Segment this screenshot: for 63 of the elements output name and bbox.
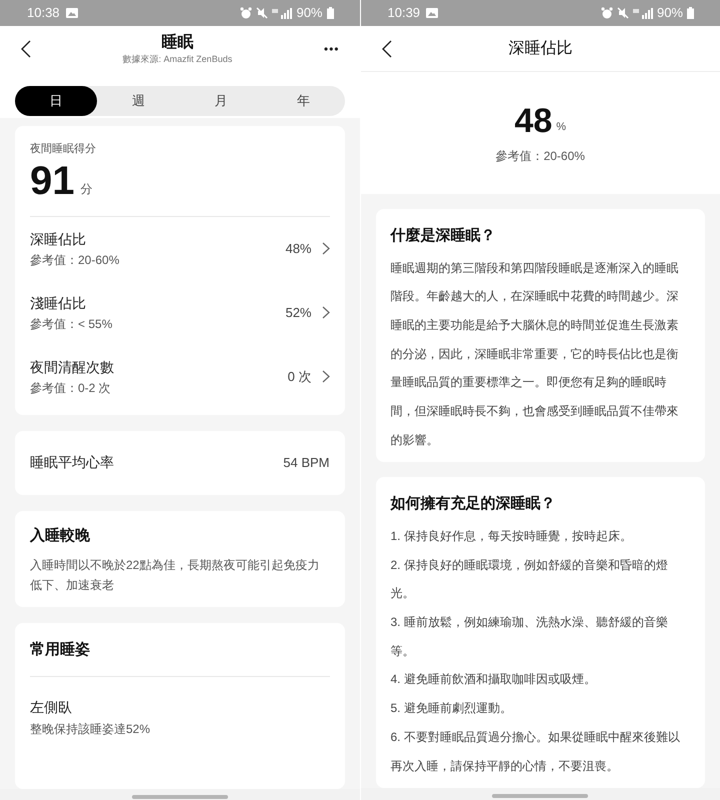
metric-value: 0 次 bbox=[288, 368, 312, 386]
period-tab[interactable]: 日 bbox=[15, 86, 98, 116]
summary-unit: % bbox=[556, 120, 566, 134]
page-title: 睡眠 bbox=[161, 33, 194, 53]
metric-name: 深睡佔比 bbox=[30, 230, 87, 248]
period-tab[interactable]: 週 bbox=[97, 86, 180, 116]
section-title: 什麼是深睡眠？ bbox=[390, 226, 496, 246]
posture-title: 常用睡姿 bbox=[30, 639, 330, 676]
period-tab[interactable]: 年 bbox=[262, 86, 344, 116]
image-icon bbox=[66, 8, 78, 18]
metric-row[interactable]: 夜間清醒次數 參考值：0-2 次 0 次 bbox=[30, 344, 330, 408]
page-title: 深睡佔比 bbox=[508, 38, 572, 58]
posture-detail: 整晚保持該睡姿達52% bbox=[30, 720, 152, 738]
battery-icon bbox=[687, 7, 694, 19]
time: 10:38 bbox=[27, 4, 60, 22]
signal-icon bbox=[632, 8, 653, 18]
section-paragraph: 1. 保持良好作息，每天按時睡覺，按時起床。 bbox=[390, 528, 633, 545]
chevron-icon bbox=[322, 242, 330, 255]
section-title: 如何擁有充足的深睡眠？ bbox=[390, 494, 556, 514]
battery-icon bbox=[326, 7, 334, 19]
heart-rate-value: 54 BPM bbox=[283, 454, 330, 472]
alarm-icon bbox=[600, 7, 613, 19]
metric-value: 48% bbox=[285, 240, 312, 258]
image-icon bbox=[426, 8, 438, 18]
chevron-icon bbox=[322, 370, 330, 383]
section-paragraph: 5. 避免睡前劇烈運動。 bbox=[390, 700, 513, 718]
metric-value: 52% bbox=[285, 304, 312, 322]
metric-name: 夜間清醒次數 bbox=[30, 358, 114, 376]
score-unit: 分 bbox=[80, 180, 92, 198]
back-icon[interactable] bbox=[380, 40, 392, 58]
battery-level: 90% bbox=[296, 4, 322, 22]
time: 10:39 bbox=[388, 4, 420, 22]
score-value: 91 bbox=[30, 158, 74, 204]
metric-reference: 參考值：< 55% bbox=[30, 316, 112, 332]
section-paragraph: 6. 不要對睡眠品質過分擔心。如果從睡眠中醒來後難以再次入睡，請保持平靜的心情，不要沮喪。 bbox=[390, 728, 681, 775]
battery-level: 90% bbox=[656, 4, 683, 22]
more-button[interactable]: ••• bbox=[324, 40, 340, 58]
section-paragraph: 睡眠週期的第三階段和第四階段睡眠是逐漸深入的睡眠階段。年齡越大的人，在深睡眠中花費的時間越少。深睡眠的主要功能是給予大腦休息的時間並促進生長激素的分泌，因此，深睡眠非常重要，它的時長佔比也是衡量睡眠品質的重要標準之一。即便您有足夠的睡眠時間，但深睡眠時長不夠，也會感受到睡眠品質不佳帶來的影響。 bbox=[390, 260, 680, 449]
signal-icon bbox=[272, 8, 292, 18]
section-paragraph: 3. 睡前放鬆，例如練瑜珈、洗熱水澡、聽舒緩的音樂等。 bbox=[390, 614, 669, 660]
section-paragraph: 2. 保持良好的睡眠環境，例如舒緩的音樂和昏暗的燈光。 bbox=[390, 556, 669, 602]
heart-rate-label: 睡眠平均心率 bbox=[30, 453, 114, 472]
tip-text: 入睡時間以不晚於22點為佳，長期熬夜可能引起免疫力低下、加速衰老 bbox=[30, 557, 320, 594]
metric-row[interactable]: 淺睡佔比 參考值：< 55% 52% bbox=[30, 280, 330, 344]
mute-icon bbox=[616, 7, 629, 19]
summary-reference: 參考值：20-60% bbox=[496, 148, 585, 165]
posture-name: 左側臥 bbox=[30, 698, 73, 716]
data-source: 數據來源: Amazfit ZenBuds bbox=[122, 53, 232, 65]
home-handle[interactable] bbox=[492, 794, 588, 798]
period-tab[interactable]: 月 bbox=[180, 86, 262, 116]
metric-row[interactable]: 深睡佔比 參考值：20-60% 48% bbox=[30, 216, 330, 280]
tip-title: 入睡較晚 bbox=[30, 526, 91, 546]
score-label: 夜間睡眠得分 bbox=[30, 142, 97, 157]
home-handle[interactable] bbox=[132, 795, 228, 799]
chevron-icon bbox=[322, 306, 330, 319]
section-paragraph: 4. 避免睡前飲酒和攝取咖啡因或吸煙。 bbox=[390, 671, 597, 688]
summary-value: 48 bbox=[514, 101, 552, 141]
back-icon[interactable] bbox=[20, 40, 31, 58]
metric-reference: 參考值：0-2 次 bbox=[30, 380, 112, 396]
metric-name: 淺睡佔比 bbox=[30, 294, 87, 312]
mute-icon bbox=[256, 7, 268, 19]
alarm-icon bbox=[240, 7, 252, 19]
metric-reference: 參考值：20-60% bbox=[30, 252, 120, 268]
